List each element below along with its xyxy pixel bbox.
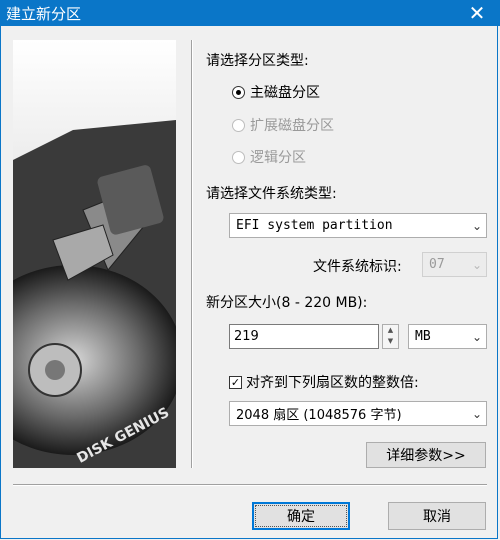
radio-label: 逻辑分区 bbox=[250, 150, 306, 166]
horizontal-divider bbox=[13, 484, 487, 486]
partition-size-input[interactable]: 219 bbox=[229, 324, 379, 349]
partition-type-label: 请选择分区类型: bbox=[206, 53, 309, 69]
align-sector-select[interactable]: 2048 扇区 (1048576 字节) ⌄ bbox=[229, 401, 487, 426]
radio-primary-partition[interactable]: 主磁盘分区 bbox=[232, 82, 320, 102]
title-bar: 建立新分区 ✕ bbox=[0, 0, 500, 26]
size-value: 219 bbox=[234, 329, 259, 344]
filesystem-id-label: 文件系统标识: bbox=[313, 259, 402, 275]
align-label: 对齐到下列扇区数的整数倍: bbox=[246, 375, 419, 391]
radio-logical-partition[interactable]: 逻辑分区 bbox=[232, 147, 306, 167]
chevron-down-icon: ⌄ bbox=[471, 257, 483, 272]
radio-label: 主磁盘分区 bbox=[250, 85, 320, 101]
filesystem-type-label: 请选择文件系统类型: bbox=[206, 186, 337, 202]
chevron-down-icon: ⌄ bbox=[471, 218, 483, 233]
chevron-down-icon[interactable]: ▼ bbox=[383, 336, 398, 347]
chevron-down-icon: ⌄ bbox=[471, 329, 483, 344]
partition-size-label: 新分区大小(8 - 220 MB): bbox=[206, 295, 368, 311]
vertical-divider bbox=[191, 40, 193, 468]
radio-icon bbox=[232, 150, 245, 164]
radio-label: 扩展磁盘分区 bbox=[250, 118, 334, 134]
checkmark-icon: ✓ bbox=[229, 375, 242, 389]
ok-button[interactable]: 确定 bbox=[252, 502, 350, 530]
select-value: EFI system partition bbox=[236, 218, 393, 233]
select-value: MB bbox=[415, 329, 431, 344]
hard-disk-illustration: DISK GENIUS bbox=[13, 40, 176, 468]
ok-label: 确定 bbox=[287, 509, 315, 525]
align-checkbox[interactable]: ✓ 对齐到下列扇区数的整数倍: bbox=[229, 372, 419, 392]
size-unit-select[interactable]: MB ⌄ bbox=[408, 324, 487, 349]
details-button[interactable]: 详细参数>> bbox=[366, 442, 486, 468]
radio-extended-partition[interactable]: 扩展磁盘分区 bbox=[232, 115, 334, 135]
radio-selected-icon bbox=[232, 85, 245, 99]
filesystem-id-select[interactable]: 07 ⌄ bbox=[422, 252, 487, 277]
close-icon: ✕ bbox=[468, 1, 486, 25]
window-title: 建立新分区 bbox=[6, 5, 82, 23]
radio-icon bbox=[232, 118, 245, 132]
filesystem-type-select[interactable]: EFI system partition ⌄ bbox=[229, 213, 487, 238]
size-stepper[interactable]: ▲ ▼ bbox=[382, 324, 399, 349]
select-value: 2048 扇区 (1048576 字节) bbox=[236, 408, 402, 423]
close-button[interactable]: ✕ bbox=[454, 0, 500, 26]
cancel-button[interactable]: 取消 bbox=[388, 502, 486, 530]
chevron-up-icon[interactable]: ▲ bbox=[383, 325, 398, 336]
select-value: 07 bbox=[429, 257, 445, 272]
chevron-down-icon: ⌄ bbox=[471, 406, 483, 421]
hard-disk-icon: DISK GENIUS bbox=[13, 40, 176, 468]
